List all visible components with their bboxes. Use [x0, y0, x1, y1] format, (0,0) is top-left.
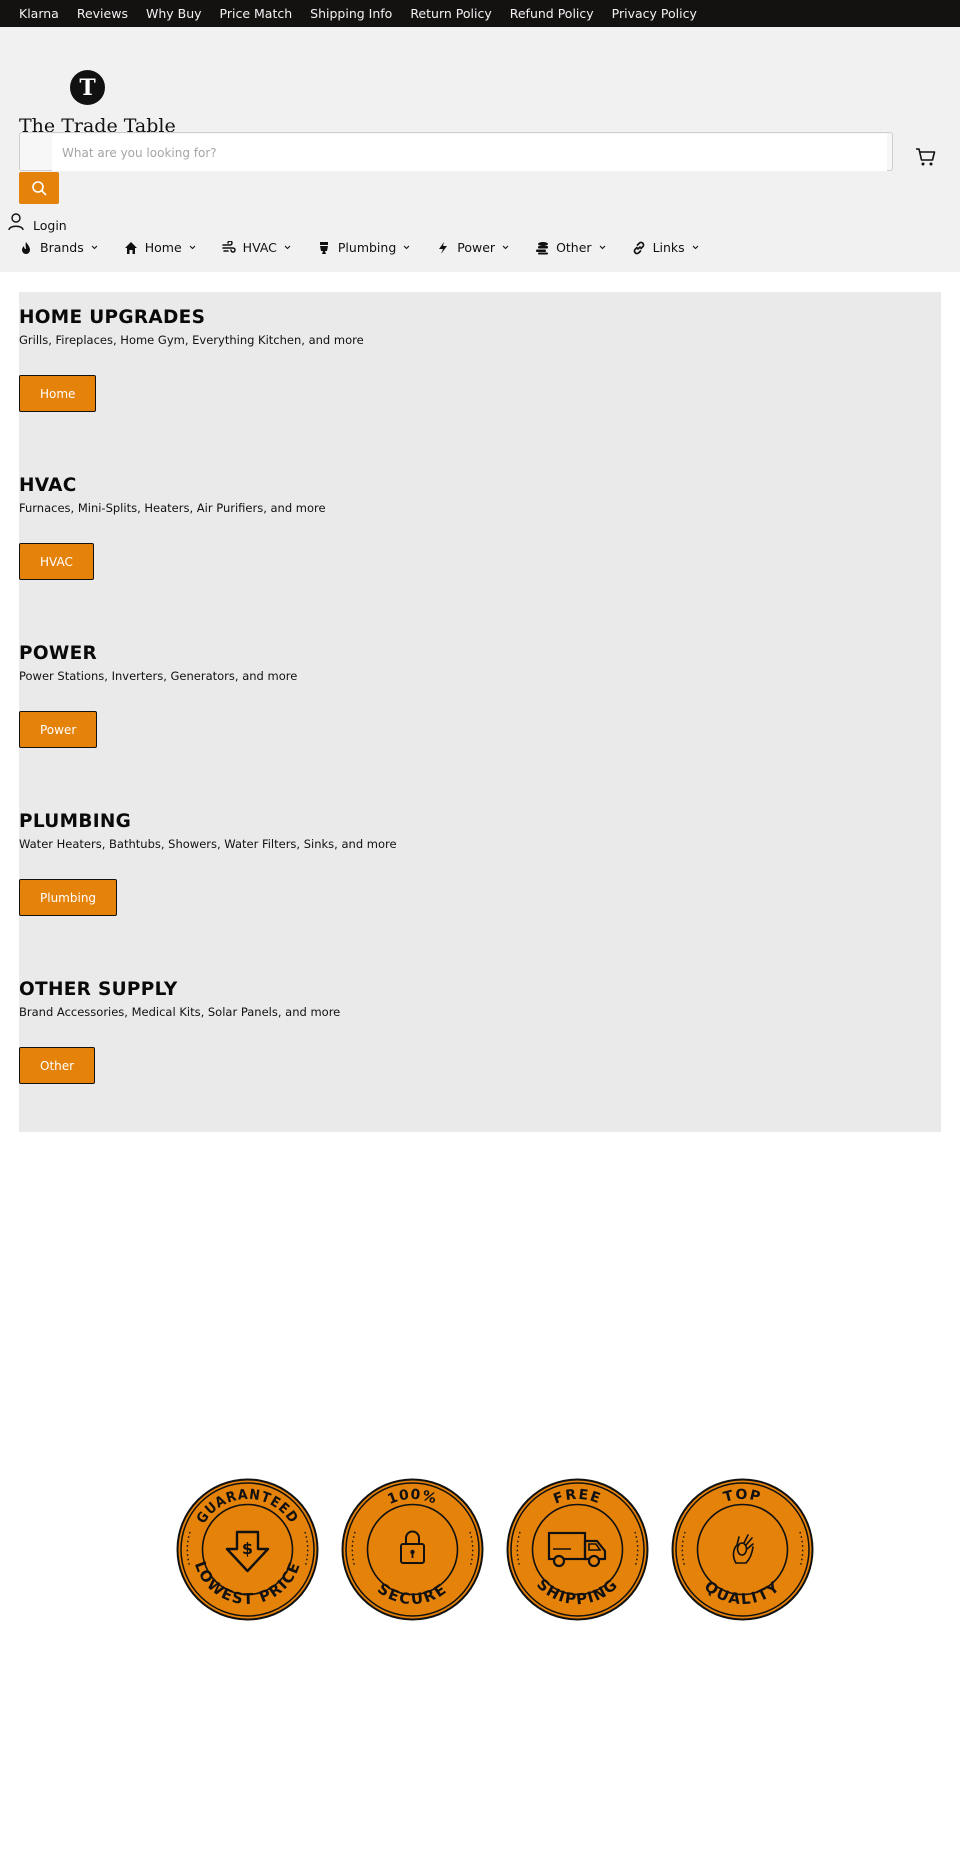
- topbar-link-why-buy[interactable]: Why Buy: [146, 6, 202, 21]
- section-description: Furnaces, Mini-Splits, Heaters, Air Puri…: [19, 501, 326, 515]
- other-button[interactable]: Other: [19, 1047, 96, 1084]
- topbar-link-return-policy[interactable]: Return Policy: [410, 6, 491, 21]
- section-power: POWER Power Stations, Inverters, Generat…: [19, 643, 941, 683]
- chevron-down-icon: [599, 245, 605, 250]
- section-description: Power Stations, Inverters, Generators, a…: [19, 669, 298, 683]
- nav-item-hvac[interactable]: HVAC: [221, 240, 292, 255]
- chevron-down-icon: [502, 245, 509, 250]
- search-button[interactable]: [19, 172, 59, 204]
- search-icon: [32, 181, 47, 196]
- topbar-link-klarna[interactable]: Klarna: [19, 6, 59, 21]
- category-panel: HOME UPGRADES Grills, Fireplaces, Home G…: [19, 292, 941, 1132]
- fan-icon: [221, 240, 236, 253]
- topbar-link-reviews[interactable]: Reviews: [77, 6, 128, 21]
- site-header: T The Trade Table Login Brands Home: [0, 27, 960, 272]
- nav-label-home: Home: [144, 240, 182, 255]
- nav-label-plumbing: Plumbing: [337, 240, 397, 255]
- login-link[interactable]: Login: [8, 210, 67, 233]
- badge-top-quality: TOP QUALITY: [671, 1478, 814, 1621]
- nav-item-plumbing[interactable]: Plumbing: [317, 240, 411, 255]
- power-button[interactable]: Power: [19, 711, 98, 748]
- section-description: Grills, Fireplaces, Home Gym, Everything…: [19, 333, 364, 347]
- trust-badges: GUARANTEED LOWEST PRICE $ 100% SECURE FR…: [175, 1477, 815, 1622]
- search-input[interactable]: [52, 134, 887, 171]
- coins-icon: [536, 241, 549, 254]
- section-title: HVAC: [19, 475, 77, 496]
- nav-item-brands[interactable]: Brands: [19, 240, 99, 255]
- fire-icon: [22, 241, 30, 254]
- nav-item-other[interactable]: Other: [535, 240, 607, 255]
- svg-text:TOP: TOP: [722, 1487, 763, 1506]
- toilet-icon: [319, 241, 328, 254]
- section-title: HOME UPGRADES: [19, 307, 206, 328]
- main-nav: Brands Home HVAC Plumbing Power Other Li…: [19, 240, 725, 255]
- search-bar: [19, 132, 893, 171]
- login-label: Login: [33, 218, 67, 233]
- section-title: PLUMBING: [19, 811, 132, 832]
- plumbing-button[interactable]: Plumbing: [19, 879, 118, 916]
- chevron-down-icon: [91, 245, 98, 250]
- link-icon: [633, 241, 644, 254]
- hvac-button[interactable]: HVAC: [19, 543, 94, 580]
- bolt-icon: [439, 241, 448, 254]
- nav-item-home[interactable]: Home: [124, 240, 197, 255]
- top-links-bar: Klarna Reviews Why Buy Price Match Shipp…: [0, 0, 960, 27]
- topbar-link-refund-policy[interactable]: Refund Policy: [510, 6, 594, 21]
- user-icon: [8, 212, 24, 230]
- badge-secure: 100% SECURE: [341, 1478, 484, 1621]
- nav-item-links[interactable]: Links: [632, 240, 700, 255]
- section-hvac: HVAC Furnaces, Mini-Splits, Heaters, Air…: [19, 475, 941, 515]
- section-plumbing: PLUMBING Water Heaters, Bathtubs, Shower…: [19, 811, 941, 851]
- section-title: OTHER SUPPLY: [19, 979, 178, 1000]
- section-home-upgrades: HOME UPGRADES Grills, Fireplaces, Home G…: [19, 307, 941, 347]
- nav-label-other: Other: [556, 240, 592, 255]
- house-icon: [124, 241, 137, 254]
- nav-label-links: Links: [652, 240, 685, 255]
- badge-free-shipping: FREE SHIPPING: [506, 1478, 649, 1621]
- badge-lowest-price: GUARANTEED LOWEST PRICE $: [176, 1478, 319, 1621]
- chevron-down-icon: [189, 245, 196, 250]
- cart-icon[interactable]: [915, 146, 937, 168]
- chevron-down-icon: [403, 245, 410, 250]
- svg-text:$: $: [242, 1539, 253, 1558]
- nav-item-power[interactable]: Power: [436, 240, 510, 255]
- topbar-link-shipping-info[interactable]: Shipping Info: [310, 6, 392, 21]
- nav-label-power: Power: [457, 240, 496, 255]
- section-other-supply: OTHER SUPPLY Brand Accessories, Medical …: [19, 979, 941, 1019]
- chevron-down-icon: [284, 245, 291, 250]
- nav-label-hvac: HVAC: [242, 240, 277, 255]
- section-title: POWER: [19, 643, 98, 664]
- topbar-link-price-match[interactable]: Price Match: [220, 6, 293, 21]
- badge-top-text: TOP: [722, 1487, 762, 1506]
- section-description: Brand Accessories, Medical Kits, Solar P…: [19, 1005, 341, 1019]
- home-button[interactable]: Home: [19, 375, 97, 412]
- topbar-link-privacy-policy[interactable]: Privacy Policy: [612, 6, 697, 21]
- chevron-down-icon: [692, 245, 699, 250]
- nav-label-brands: Brands: [40, 240, 84, 255]
- section-description: Water Heaters, Bathtubs, Showers, Water …: [19, 837, 397, 851]
- logo-icon[interactable]: T: [70, 70, 105, 105]
